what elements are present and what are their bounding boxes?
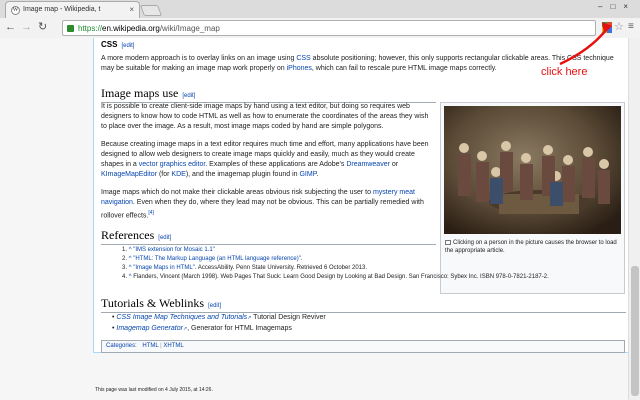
browser-tab[interactable]: W Image map - Wikipedia, t × bbox=[5, 1, 140, 18]
manual-paragraph-2: Because creating image maps in a text ed… bbox=[101, 140, 431, 180]
reload-icon[interactable]: ↻ bbox=[38, 21, 47, 34]
back-arrow-icon[interactable]: ← bbox=[5, 21, 16, 34]
chrome-menu-icon[interactable]: ≡ bbox=[628, 21, 634, 32]
kimagemapeditor-link[interactable]: KImageMapEditor bbox=[101, 171, 157, 178]
page-footer: This page was last modified on 4 July 20… bbox=[95, 387, 213, 393]
reference-link[interactable]: "Image Maps in HTML" bbox=[133, 265, 195, 271]
window-controls: –□× bbox=[598, 2, 636, 11]
manual-paragraph-1: It is possible to create client-side ima… bbox=[101, 103, 429, 130]
ref-text: . bbox=[300, 256, 303, 262]
text: A more modern approach is to overlay lin… bbox=[101, 55, 297, 62]
backlink[interactable]: ^ bbox=[129, 265, 132, 271]
wikipedia-favicon-icon: W bbox=[11, 6, 20, 15]
text: (for bbox=[157, 171, 172, 178]
url-domain: en.wikipedia.org bbox=[102, 24, 160, 33]
iphones-link[interactable]: iPhones bbox=[287, 65, 312, 72]
heading-text: Image maps use bbox=[101, 86, 179, 100]
categories-link[interactable]: Categories: bbox=[106, 343, 137, 349]
text: . Examples of these applications are Ado… bbox=[205, 161, 347, 168]
url-path: /wiki/Image_map bbox=[159, 24, 220, 33]
tutorial-list-item: • Imagemap Generator↗, Generator for HTM… bbox=[112, 325, 292, 332]
gimp-link[interactable]: GIMP bbox=[299, 171, 316, 178]
text: , which can fail to rescale pure HTML im… bbox=[311, 65, 497, 72]
article-content: CSS [edit] A more modern approach is to o… bbox=[93, 38, 628, 353]
edit-link[interactable]: [edit] bbox=[182, 93, 195, 99]
reference-item: 2. ^ "HTML: The Markup Language (an HTML… bbox=[122, 255, 602, 264]
navigation-bar: ← → ↻ https://en.wikipedia.org/wiki/Imag… bbox=[0, 18, 640, 38]
backlink[interactable]: ^ bbox=[129, 247, 132, 253]
ref-number: 4. bbox=[122, 274, 128, 280]
edit-link[interactable]: [edit] bbox=[208, 303, 221, 309]
close-window-icon[interactable]: × bbox=[623, 2, 636, 11]
ref-number: 2. bbox=[122, 256, 128, 262]
new-tab-button[interactable] bbox=[139, 5, 163, 16]
references-list: 1. ^ "IMS extension for Mosaic 1.1" 2. ^… bbox=[122, 246, 602, 282]
reference-link[interactable]: "IMS extension for Mosaic 1.1" bbox=[133, 247, 215, 253]
heading-text: CSS bbox=[101, 40, 118, 49]
browser-chrome: W Image map - Wikipedia, t × –□× ← → ↻ h… bbox=[0, 0, 640, 38]
tutorial-link[interactable]: Imagemap Generator bbox=[116, 325, 183, 332]
category-box: Categories: HTML | XHTML bbox=[101, 340, 625, 353]
maximize-icon[interactable]: □ bbox=[610, 2, 623, 11]
scrollbar-thumb[interactable] bbox=[631, 266, 639, 396]
section-heading-css: CSS [edit] bbox=[101, 40, 134, 49]
bookmark-star-icon[interactable]: ☆ bbox=[614, 20, 624, 33]
tutorial-text: Tutorial Design Reviver bbox=[251, 314, 326, 321]
reference-link[interactable]: "HTML: The Markup Language (an HTML lang… bbox=[133, 256, 301, 262]
ref-number: 3. bbox=[122, 265, 128, 271]
page-viewport: CSS [edit] A more modern approach is to o… bbox=[0, 38, 628, 400]
kde-link[interactable]: KDE bbox=[171, 171, 185, 178]
heading-text: References bbox=[101, 228, 155, 242]
tutorial-text: , Generator for HTML Imagemaps bbox=[187, 325, 292, 332]
vertical-scrollbar[interactable] bbox=[628, 38, 640, 400]
category-html-link[interactable]: HTML bbox=[142, 343, 158, 349]
address-bar[interactable]: https://en.wikipedia.org/wiki/Image_map bbox=[62, 20, 596, 36]
edit-link[interactable]: [edit] bbox=[158, 235, 171, 241]
ref-number: 1. bbox=[122, 247, 128, 253]
enlarge-icon[interactable] bbox=[445, 239, 451, 245]
vector-graphics-editor-link[interactable]: vector graphics editor bbox=[139, 161, 206, 168]
text: . bbox=[316, 171, 319, 178]
text: or bbox=[389, 161, 399, 168]
category-xhtml-link[interactable]: XHTML bbox=[163, 343, 183, 349]
backlink[interactable]: ^ bbox=[129, 274, 132, 280]
forward-arrow-icon[interactable]: → bbox=[21, 21, 32, 34]
reference-item: 1. ^ "IMS extension for Mosaic 1.1" bbox=[122, 246, 602, 255]
tab-close-icon[interactable]: × bbox=[129, 5, 134, 14]
url-scheme: https:// bbox=[78, 24, 103, 33]
reference-item: 4. ^ Flanders, Vincent (March 1998). Web… bbox=[122, 273, 602, 282]
annotation-label: click here bbox=[541, 66, 588, 78]
edit-link[interactable]: [edit] bbox=[121, 43, 134, 49]
tutorial-list-item: • CSS Image Map Techniques and Tutorials… bbox=[112, 314, 326, 321]
heading-text: Tutorials & Weblinks bbox=[101, 296, 205, 310]
manual-paragraph-3: Image maps which do not make their click… bbox=[101, 188, 431, 221]
minimize-icon[interactable]: – bbox=[598, 2, 610, 11]
section-heading-image-maps-use: Image maps use [edit] bbox=[101, 86, 436, 103]
dreamweaver-link[interactable]: Dreamweaver bbox=[346, 161, 390, 168]
imagemap-extension-icon[interactable] bbox=[602, 22, 612, 33]
ref-text: . AccessAbility. Penn State University. … bbox=[194, 265, 368, 271]
ref-text: Flanders, Vincent (March 1998). Web Page… bbox=[133, 274, 549, 280]
section-heading-tutorials: Tutorials & Weblinks [edit] bbox=[101, 296, 626, 313]
tab-title: Image map - Wikipedia, t bbox=[23, 6, 101, 13]
tutorial-link[interactable]: CSS Image Map Techniques and Tutorials bbox=[116, 314, 247, 321]
section-heading-references: References [edit] bbox=[101, 228, 436, 245]
painting-image-map[interactable] bbox=[444, 106, 621, 234]
backlink[interactable]: ^ bbox=[129, 256, 132, 262]
lock-icon bbox=[67, 25, 74, 32]
text: Image maps which do not make their click… bbox=[101, 189, 373, 196]
css-link[interactable]: CSS bbox=[296, 55, 310, 62]
text: ), and the imagemap plugin found in bbox=[185, 171, 300, 178]
reference-item: 3. ^ "Image Maps in HTML". AccessAbility… bbox=[122, 264, 602, 273]
citation-4-link[interactable]: [4] bbox=[148, 210, 154, 216]
